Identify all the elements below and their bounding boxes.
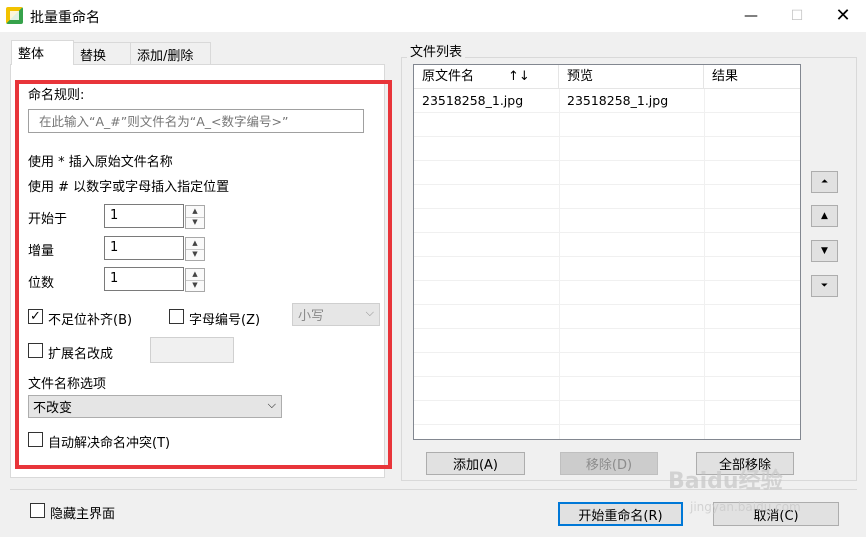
digits-input[interactable]: 1 bbox=[104, 267, 184, 291]
column-original-name[interactable]: 原文件名 ↑↓ bbox=[414, 65, 559, 89]
window-title: 批量重命名 bbox=[30, 10, 100, 26]
tab-label: 整体 bbox=[18, 47, 45, 62]
extension-input bbox=[150, 337, 234, 363]
file-list[interactable]: 原文件名 ↑↓ 预览 结果 23518258_1.jpg 23518258_1.j… bbox=[413, 64, 801, 440]
maximize-button[interactable]: ☐ bbox=[774, 0, 820, 32]
table-row bbox=[414, 137, 800, 161]
sort-arrows-icon: ↑↓ bbox=[508, 69, 530, 84]
maximize-icon: ☐ bbox=[790, 8, 804, 24]
table-row bbox=[414, 257, 800, 281]
spin-down-icon[interactable]: ▼ bbox=[186, 280, 204, 291]
start-rename-button[interactable]: 开始重命名(R) bbox=[558, 502, 683, 526]
naming-rule-label: 命名规则: bbox=[28, 88, 85, 103]
table-row bbox=[414, 281, 800, 305]
table-row bbox=[414, 113, 800, 137]
digits-spinner[interactable]: ▲ ▼ bbox=[185, 268, 205, 292]
filename-option-value: 不改变 bbox=[33, 401, 73, 416]
move-up-icon: ▲ bbox=[821, 211, 828, 221]
chevron-down-icon: ⌵ bbox=[365, 306, 374, 319]
move-down-icon: ▼ bbox=[821, 246, 828, 256]
increment-spinner[interactable]: ▲ ▼ bbox=[185, 237, 205, 261]
file-list-title: 文件列表 bbox=[407, 41, 466, 60]
alpha-label: 字母编号(Z) bbox=[189, 313, 261, 328]
column-label: 预览 bbox=[567, 69, 594, 84]
cell-original: 23518258_1.jpg bbox=[422, 93, 524, 108]
move-down-button[interactable]: ▼ bbox=[811, 240, 838, 262]
table-row[interactable]: 23518258_1.jpg 23518258_1.jpg bbox=[414, 89, 800, 113]
table-row bbox=[414, 305, 800, 329]
spin-down-icon[interactable]: ▼ bbox=[186, 217, 204, 228]
start-at-spinner[interactable]: ▲ ▼ bbox=[185, 205, 205, 229]
tab-replace[interactable]: 替换 bbox=[73, 42, 131, 64]
close-icon: ✕ bbox=[835, 5, 851, 26]
hide-main-label: 隐藏主界面 bbox=[50, 507, 116, 522]
file-list-header: 原文件名 ↑↓ 预览 结果 bbox=[414, 65, 800, 89]
tab-overall[interactable]: 整体 bbox=[11, 40, 74, 65]
increment-label: 增量 bbox=[28, 244, 55, 259]
start-at-input[interactable]: 1 bbox=[104, 204, 184, 228]
hide-main-checkbox[interactable] bbox=[30, 503, 45, 518]
table-row bbox=[414, 329, 800, 353]
increment-input[interactable]: 1 bbox=[104, 236, 184, 260]
app-icon bbox=[6, 7, 23, 24]
digits-label: 位数 bbox=[28, 276, 55, 291]
column-preview[interactable]: 预览 bbox=[559, 65, 704, 89]
watermark-brand: Baidu经验 bbox=[668, 469, 783, 494]
letter-case-select: 小写 ⌵ bbox=[292, 303, 380, 326]
minimize-icon: — bbox=[744, 8, 758, 24]
table-row bbox=[414, 161, 800, 185]
table-row bbox=[414, 233, 800, 257]
minimize-button[interactable]: — bbox=[728, 0, 774, 32]
table-row bbox=[414, 377, 800, 401]
filename-option-select[interactable]: 不改变 ⌵ bbox=[28, 395, 282, 418]
move-top-button[interactable]: ⏶ bbox=[811, 171, 838, 193]
move-bottom-icon: ⏷ bbox=[820, 281, 829, 291]
move-up-button[interactable]: ▲ bbox=[811, 205, 838, 227]
table-row bbox=[414, 185, 800, 209]
move-top-icon: ⏶ bbox=[820, 177, 829, 187]
table-row bbox=[414, 209, 800, 233]
column-result[interactable]: 结果 bbox=[704, 65, 800, 89]
filename-option-label: 文件名称选项 bbox=[28, 377, 107, 392]
column-label: 结果 bbox=[712, 69, 739, 84]
watermark-url: jingyan.baidu.com bbox=[690, 500, 801, 514]
extension-checkbox[interactable] bbox=[28, 343, 43, 358]
add-button[interactable]: 添加(A) bbox=[426, 452, 525, 475]
auto-resolve-label: 自动解决命名冲突(T) bbox=[48, 436, 171, 451]
pad-label: 不足位补齐(B) bbox=[48, 313, 133, 328]
column-label: 原文件名 bbox=[422, 69, 475, 84]
pad-checkbox[interactable]: ✓ bbox=[28, 309, 43, 324]
hint-hash: 使用 # 以数字或字母插入指定位置 bbox=[28, 180, 230, 195]
tab-label: 替换 bbox=[80, 49, 107, 64]
tab-label: 添加/删除 bbox=[137, 49, 194, 64]
extension-label: 扩展名改成 bbox=[48, 347, 114, 362]
move-bottom-button[interactable]: ⏷ bbox=[811, 275, 838, 297]
tab-add-delete[interactable]: 添加/删除 bbox=[130, 42, 211, 64]
cell-result bbox=[704, 89, 712, 113]
remove-button[interactable]: 移除(D) bbox=[560, 452, 658, 475]
chevron-down-icon: ⌵ bbox=[267, 398, 276, 411]
start-at-label: 开始于 bbox=[28, 212, 68, 227]
table-row bbox=[414, 401, 800, 425]
checkmark-icon: ✓ bbox=[30, 309, 41, 324]
auto-resolve-checkbox[interactable] bbox=[28, 432, 43, 447]
table-row bbox=[414, 353, 800, 377]
naming-rule-input[interactable] bbox=[28, 109, 364, 133]
alpha-checkbox[interactable] bbox=[169, 309, 184, 324]
spin-down-icon[interactable]: ▼ bbox=[186, 249, 204, 260]
letter-case-value: 小写 bbox=[298, 309, 325, 324]
close-button[interactable]: ✕ bbox=[820, 0, 866, 32]
hint-asterisk: 使用 * 插入原始文件名称 bbox=[28, 155, 173, 170]
cell-preview: 23518258_1.jpg bbox=[567, 93, 669, 108]
